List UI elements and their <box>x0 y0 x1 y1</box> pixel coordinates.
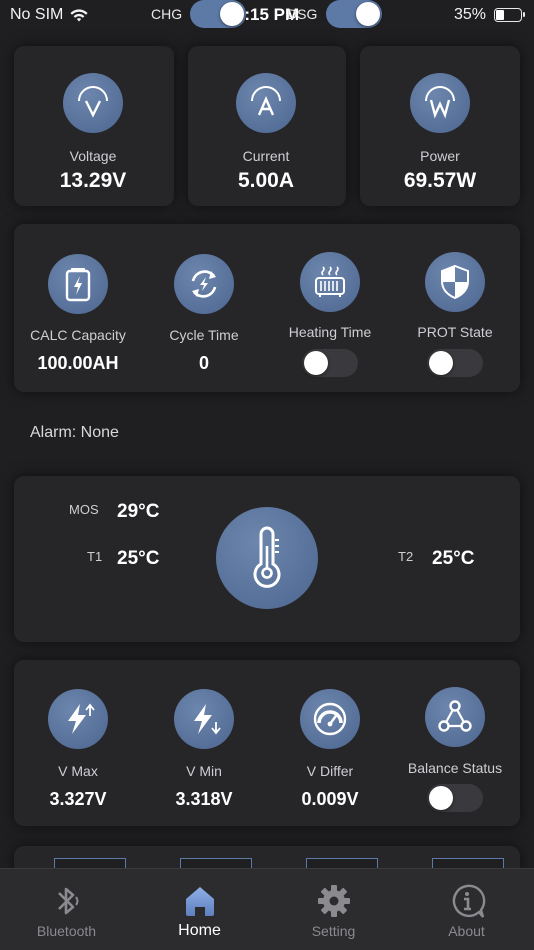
heating-toggle[interactable] <box>302 349 358 377</box>
status-bar: No SIM 4:15 PM 35% <box>0 0 534 32</box>
balance-toggle[interactable] <box>427 784 483 812</box>
cycle-icon <box>174 254 234 314</box>
power-icon <box>410 73 470 133</box>
tab-bluetooth[interactable]: Bluetooth <box>0 869 133 950</box>
vmin-label: V Min <box>186 763 222 779</box>
power-value: 69.57W <box>403 169 477 192</box>
voltage-label: Voltage <box>69 148 117 164</box>
tab-about[interactable]: About <box>400 869 533 950</box>
gauge-icon <box>300 689 360 749</box>
current-value: 5.00A <box>237 169 295 192</box>
heating-label: Heating Time <box>288 324 372 340</box>
vmax-label: V Max <box>58 763 98 779</box>
info-icon <box>452 884 485 918</box>
heater-icon <box>300 252 360 312</box>
balance-icon <box>425 687 485 747</box>
current-label: Current <box>242 148 290 164</box>
vdiffer-label: V Differ <box>306 763 354 779</box>
chg-label: CHG <box>151 6 183 22</box>
battery-icon <box>494 8 525 22</box>
cycle-value: 0 <box>198 353 209 373</box>
tab-setting[interactable]: Setting <box>267 869 400 950</box>
vdiffer-value: 0.009V <box>301 789 359 809</box>
gear-icon <box>317 885 350 917</box>
cell-chip <box>180 858 252 868</box>
alarm-text: Alarm: None <box>30 424 119 441</box>
dsg-toggle[interactable] <box>326 0 382 28</box>
balance-label: Balance Status <box>407 760 503 776</box>
prot-label: PROT State <box>417 324 493 340</box>
cell-chip <box>432 858 504 868</box>
home-icon <box>185 887 214 916</box>
tab-setting-label: Setting <box>311 923 356 939</box>
prot-toggle[interactable] <box>427 349 483 377</box>
tab-about-label: About <box>448 923 485 939</box>
t2-label: T2 <box>398 549 414 564</box>
bluetooth-icon <box>57 887 78 915</box>
voltage-max-icon <box>48 689 108 749</box>
battery-percent: 35% <box>453 6 486 23</box>
battery-group: 35% <box>453 6 525 24</box>
tab-bar: Bluetooth Home Setting About <box>0 868 534 950</box>
voltage-value: 13.29V <box>59 169 127 192</box>
cycle-label: Cycle Time <box>169 327 239 343</box>
tab-bluetooth-label: Bluetooth <box>36 923 97 939</box>
voltage-icon <box>63 73 123 133</box>
cell-chip <box>54 858 126 868</box>
thermometer-icon <box>216 507 318 609</box>
shield-icon <box>425 252 485 312</box>
chg-toggle[interactable] <box>190 0 246 28</box>
tab-home[interactable]: Home <box>133 869 266 950</box>
capacity-label: CALC Capacity <box>30 327 126 343</box>
power-label: Power <box>420 148 460 164</box>
t1-label: T1 <box>87 549 103 564</box>
battery-capacity-icon <box>48 254 108 314</box>
cell-chip <box>306 858 378 868</box>
t1-value: 25°C <box>117 548 160 569</box>
dsg-label: DSG <box>287 6 318 22</box>
t2-value: 25°C <box>432 548 475 569</box>
voltage-min-icon <box>174 689 234 749</box>
mos-value: 29°C <box>117 501 160 522</box>
tab-home-label: Home <box>178 922 221 939</box>
current-icon <box>236 73 296 133</box>
mos-label: MOS <box>69 502 99 517</box>
